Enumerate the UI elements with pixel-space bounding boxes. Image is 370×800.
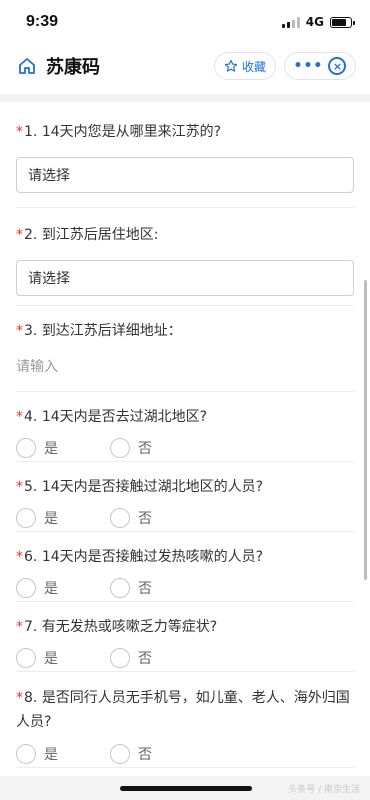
question-5: *5. 14天内是否接触过湖北地区的人员? 是 否: [16, 462, 354, 532]
required-mark: *: [16, 323, 23, 339]
bottom-area: 头条号 / 南京生活: [0, 776, 370, 800]
question-label: *7. 有无发热或咳嗽乏力等症状?: [16, 619, 218, 635]
home-indicator[interactable]: [120, 786, 252, 791]
question-label: *2. 到江苏后居住地区:: [16, 227, 159, 243]
radio-group: 是 否: [16, 438, 354, 458]
required-mark: *: [16, 690, 23, 706]
question-label: *8. 是否同行人员无手机号，如儿童、老人、海外归国人员?: [16, 690, 350, 730]
radio-circle[interactable]: [110, 648, 130, 668]
radio-circle[interactable]: [110, 438, 130, 458]
home-icon[interactable]: [16, 55, 38, 77]
required-mark: *: [16, 479, 23, 495]
question-3: *3. 到达江苏后详细地址：: [16, 306, 354, 392]
address-input[interactable]: [16, 359, 354, 375]
page-title: 苏康码: [46, 57, 100, 78]
radio-yes[interactable]: 是: [16, 648, 110, 668]
required-mark: *: [16, 619, 23, 635]
radio-no[interactable]: 否: [110, 648, 204, 668]
question-label: *3. 到达江苏后详细地址：: [16, 323, 182, 339]
more-icon[interactable]: •••: [294, 59, 324, 73]
scrollbar[interactable]: [364, 280, 367, 580]
radio-circle[interactable]: [16, 438, 36, 458]
radio-yes[interactable]: 是: [16, 578, 110, 598]
required-mark: *: [16, 227, 23, 243]
radio-yes[interactable]: 是: [16, 508, 110, 528]
question-2: *2. 到江苏后居住地区: 请选择: [16, 208, 354, 306]
question-6: *6. 14天内是否接触过发热咳嗽的人员? 是 否: [16, 532, 354, 602]
radio-circle[interactable]: [16, 744, 36, 764]
radio-group: 是 否: [16, 578, 354, 598]
radio-no[interactable]: 否: [110, 578, 204, 598]
mini-program-capsule: ••• ×: [284, 52, 356, 80]
close-icon[interactable]: ×: [328, 57, 347, 75]
residence-region-select[interactable]: 请选择: [16, 260, 354, 296]
battery-icon: [330, 16, 355, 28]
question-label: *4. 14天内是否去过湖北地区?: [16, 409, 208, 425]
question-label: *5. 14天内是否接触过湖北地区的人员?: [16, 479, 264, 495]
radio-group: 是 否: [16, 648, 354, 668]
favorite-label: 收藏: [241, 59, 266, 74]
required-mark: *: [16, 124, 23, 140]
question-1: *1. 14天内您是从哪里来江苏的? 请选择: [16, 102, 354, 208]
question-label: *1. 14天内您是从哪里来江苏的?: [16, 124, 222, 140]
question-7: *7. 有无发热或咳嗽乏力等症状? 是 否: [16, 602, 354, 672]
status-indicators: 4G: [281, 15, 355, 29]
radio-no[interactable]: 否: [110, 438, 204, 458]
section-divider: [0, 94, 370, 102]
favorite-button[interactable]: 收藏: [213, 52, 276, 80]
radio-circle[interactable]: [110, 744, 130, 764]
nav-bar: 苏康码 收藏 ••• ×: [0, 44, 370, 88]
radio-circle[interactable]: [16, 508, 36, 528]
radio-circle[interactable]: [16, 578, 36, 598]
watermark: 头条号 / 南京生活: [288, 785, 360, 795]
required-mark: *: [16, 409, 23, 425]
radio-circle[interactable]: [16, 648, 36, 668]
signal-icon: [281, 16, 300, 28]
question-8: *8. 是否同行人员无手机号，如儿童、老人、海外归国人员? 是 否: [16, 672, 354, 768]
radio-no[interactable]: 否: [110, 744, 204, 764]
network-type: 4G: [305, 15, 324, 29]
required-mark: *: [16, 549, 23, 565]
radio-circle[interactable]: [110, 508, 130, 528]
questionnaire-form: *1. 14天内您是从哪里来江苏的? 请选择 *2. 到江苏后居住地区: 请选择…: [0, 102, 370, 768]
status-bar: 9:39 4G: [0, 0, 370, 44]
radio-group: 是 否: [16, 508, 354, 528]
radio-yes[interactable]: 是: [16, 438, 110, 458]
status-time: 9:39: [26, 13, 59, 30]
question-4: *4. 14天内是否去过湖北地区? 是 否: [16, 392, 354, 462]
radio-circle[interactable]: [110, 578, 130, 598]
star-icon: [224, 59, 238, 72]
radio-no[interactable]: 否: [110, 508, 204, 528]
question-label: *6. 14天内是否接触过发热咳嗽的人员?: [16, 549, 264, 565]
radio-group: 是 否: [16, 744, 354, 764]
origin-select[interactable]: 请选择: [16, 157, 354, 193]
radio-yes[interactable]: 是: [16, 744, 110, 764]
